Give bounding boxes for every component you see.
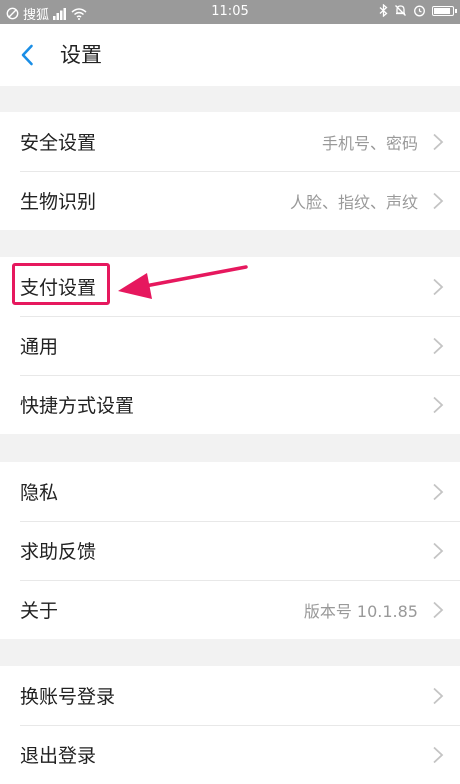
row-label: 退出登录 xyxy=(20,745,97,767)
row-biometrics[interactable]: 生物识别 人脸、指纹、声纹 xyxy=(0,171,460,230)
row-general[interactable]: 通用 xyxy=(0,316,460,375)
chevron-right-icon xyxy=(433,396,444,413)
row-help-feedback[interactable]: 求助反馈 xyxy=(0,521,460,580)
row-value: 手机号、密码 xyxy=(321,133,418,153)
row-security-settings[interactable]: 安全设置 手机号、密码 xyxy=(0,112,460,171)
chevron-right-icon xyxy=(433,192,444,209)
back-button[interactable] xyxy=(20,41,42,69)
chevron-right-icon xyxy=(433,278,444,295)
row-label: 快捷方式设置 xyxy=(20,395,135,417)
row-logout[interactable]: 退出登录 xyxy=(0,725,460,784)
row-switch-account[interactable]: 换账号登录 xyxy=(0,666,460,725)
page-title: 设置 xyxy=(60,43,102,67)
highlight-box xyxy=(12,263,110,305)
status-bar: 搜狐 11:05 xyxy=(0,0,460,24)
settings-group-account: 换账号登录 退出登录 xyxy=(0,666,460,784)
nav-bar: 设置 xyxy=(0,24,460,86)
row-label: 安全设置 xyxy=(20,132,97,154)
chevron-left-icon xyxy=(21,44,33,66)
battery-icon xyxy=(432,5,457,16)
row-privacy[interactable]: 隐私 xyxy=(0,462,460,521)
row-label: 生物识别 xyxy=(20,191,97,213)
chevron-right-icon xyxy=(433,133,444,150)
row-value: 版本号 10.1.85 xyxy=(303,601,418,621)
row-about[interactable]: 关于 版本号 10.1.85 xyxy=(0,580,460,639)
row-label: 换账号登录 xyxy=(20,686,116,708)
chevron-right-icon xyxy=(433,746,444,763)
row-label: 求助反馈 xyxy=(20,541,97,563)
settings-group-security: 安全设置 手机号、密码 生物识别 人脸、指纹、声纹 xyxy=(0,112,460,230)
status-right xyxy=(379,4,457,17)
bluetooth-icon xyxy=(379,4,388,17)
bell-muted-icon xyxy=(395,5,406,16)
row-label: 隐私 xyxy=(20,482,59,504)
row-label: 通用 xyxy=(20,336,59,358)
row-label: 关于 xyxy=(20,600,59,622)
chevron-right-icon xyxy=(433,687,444,704)
alarm-icon xyxy=(414,5,425,17)
chevron-right-icon xyxy=(433,601,444,618)
chevron-right-icon xyxy=(433,483,444,500)
chevron-right-icon xyxy=(433,542,444,559)
row-shortcut-settings[interactable]: 快捷方式设置 xyxy=(0,375,460,434)
row-value: 人脸、指纹、声纹 xyxy=(289,192,418,212)
chevron-right-icon xyxy=(433,337,444,354)
settings-group-about: 隐私 求助反馈 关于 版本号 10.1.85 xyxy=(0,462,460,639)
